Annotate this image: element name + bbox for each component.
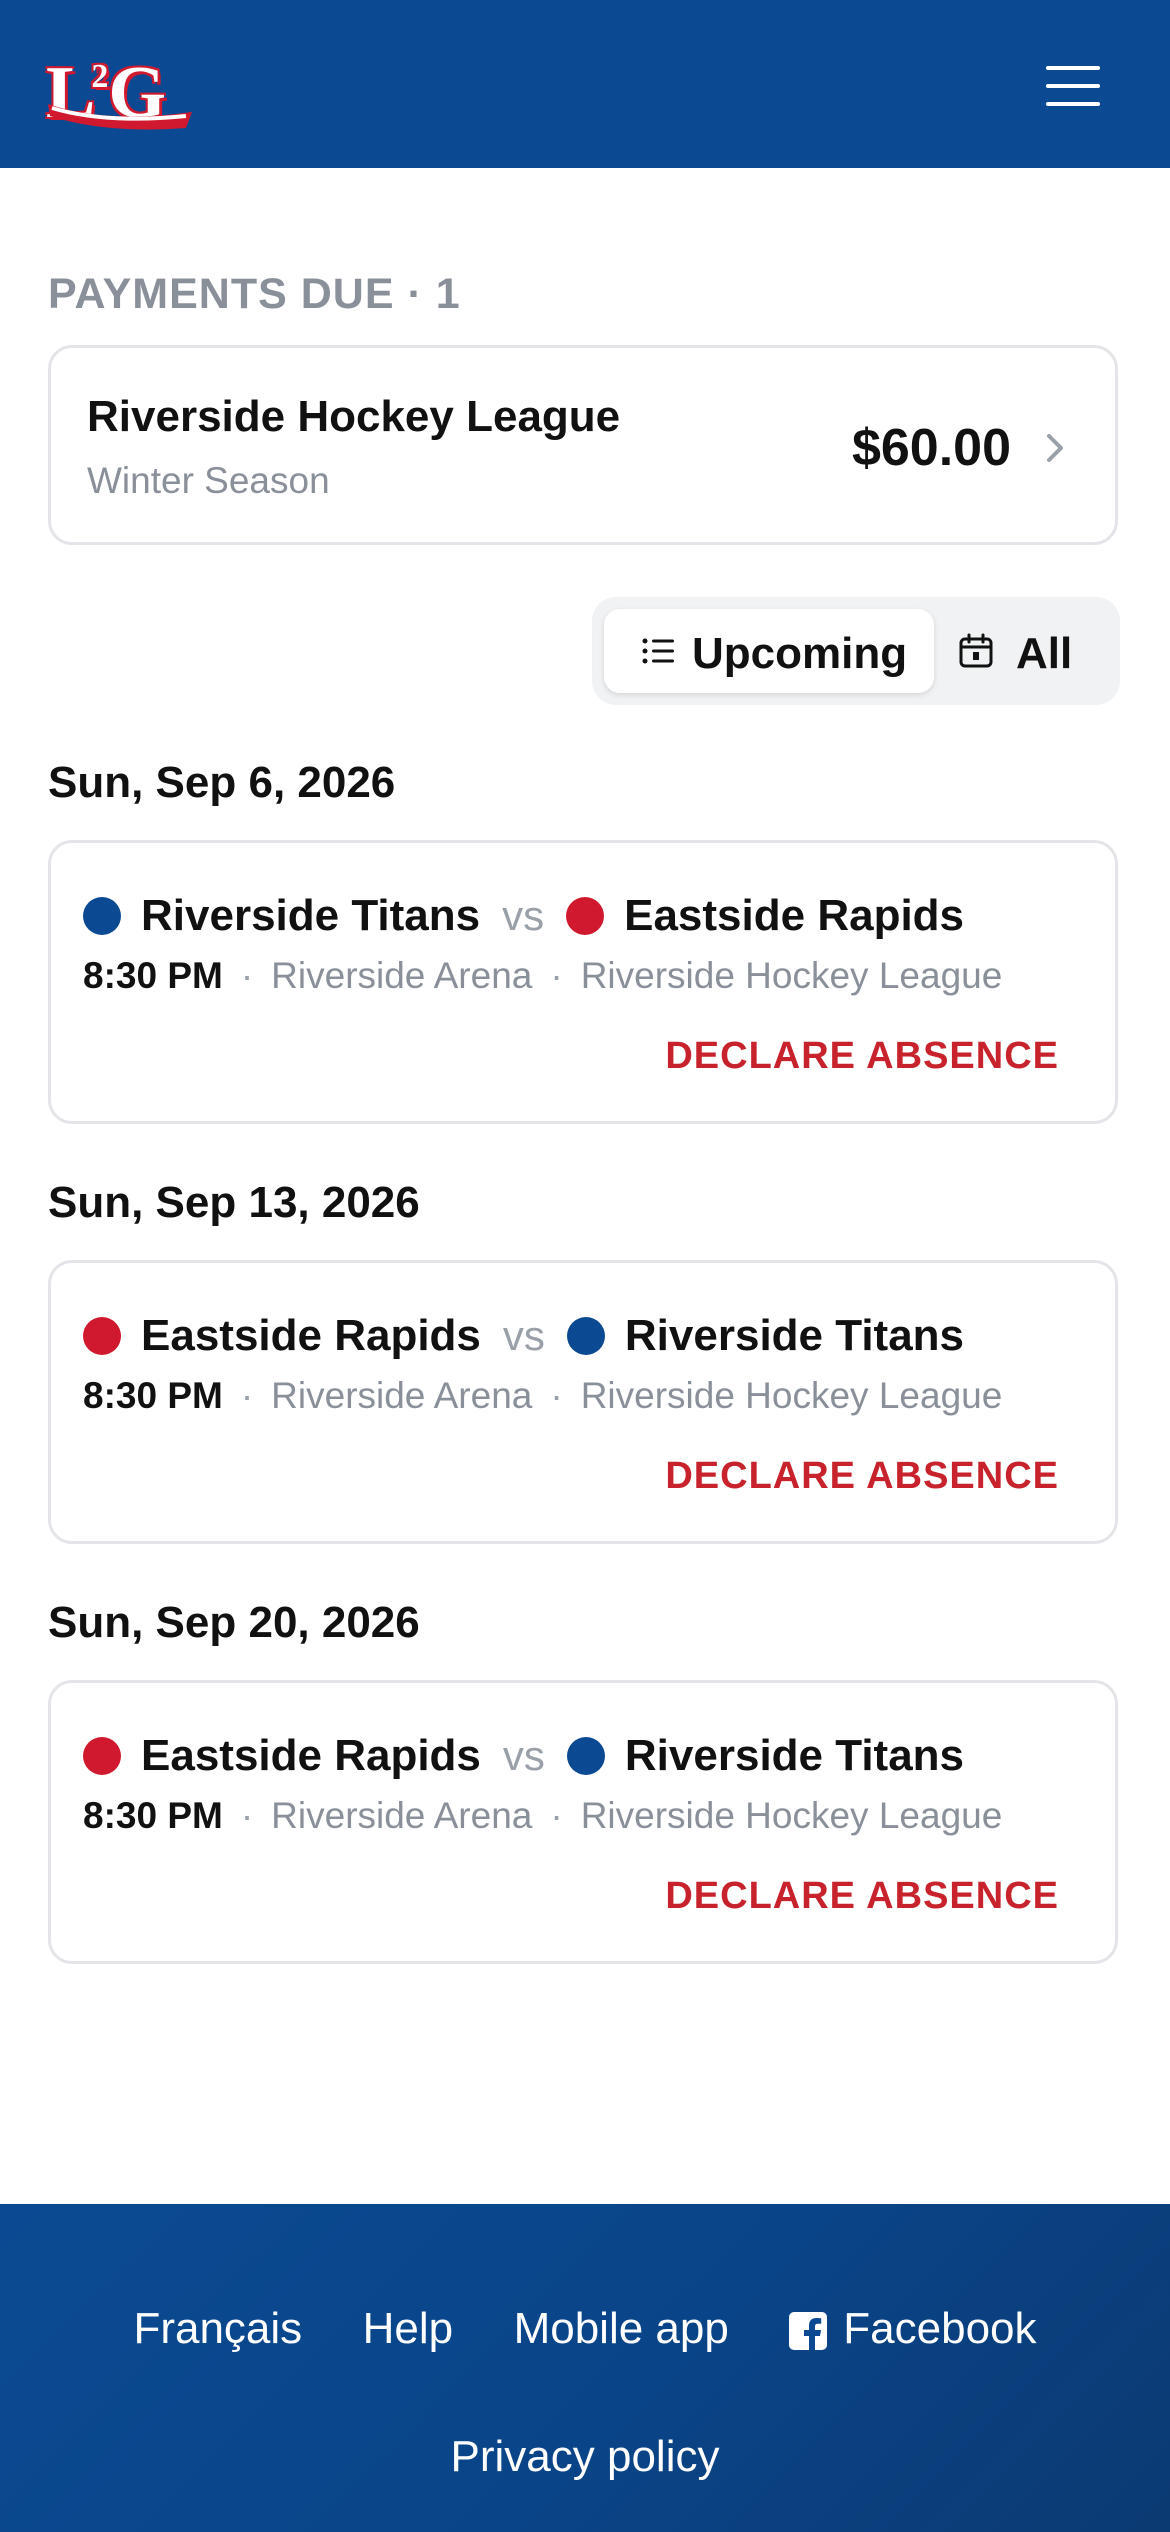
- filter-all-button[interactable]: All: [946, 609, 1108, 693]
- game-venue: Riverside Arena: [271, 955, 533, 996]
- payment-amount: $60.00: [851, 419, 1011, 477]
- filter-all-label: All: [1016, 629, 1073, 678]
- team-color-dot: [566, 1317, 605, 1355]
- calendar-icon: [959, 633, 993, 668]
- declare-absence-button[interactable]: DECLARE ABSENCE: [665, 1455, 1059, 1498]
- separator-dot: ·: [240, 1375, 254, 1416]
- separator-dot: ·: [550, 955, 563, 996]
- payment-league-name: Riverside Hockey League: [87, 392, 621, 441]
- game-league: Riverside Hockey League: [580, 1375, 1003, 1416]
- game-venue: Riverside Arena: [271, 1375, 533, 1416]
- game-matchup: Riverside Titans vs Eastside Rapids: [83, 891, 964, 951]
- team-color-dot: [83, 897, 121, 935]
- away-team-name: Riverside Titans: [624, 1311, 965, 1360]
- game-card[interactable]: Eastside Rapids vs Riverside Titans 8:30 P…: [48, 1260, 1118, 1544]
- declare-absence-button[interactable]: DECLARE ABSENCE: [665, 1035, 1059, 1078]
- separator-dot: ·: [240, 955, 254, 996]
- game-date-heading: Sun, Sep 20, 2026: [48, 1598, 420, 1647]
- footer-link-privacy[interactable]: Privacy policy: [451, 2432, 720, 2482]
- home-team-name: Eastside Rapids: [141, 1731, 481, 1780]
- footer-link-mobile-app[interactable]: Mobile app: [514, 2304, 729, 2354]
- game-card[interactable]: Eastside Rapids vs Riverside Titans 8:30 P…: [48, 1680, 1118, 1964]
- away-team-name: Eastside Rapids: [624, 891, 965, 940]
- separator-dot: ·: [550, 1375, 563, 1416]
- game-details: 8:30 PM · Riverside Arena · Riverside Hockey…: [83, 1795, 1002, 1837]
- versus-label: vs: [502, 892, 545, 939]
- game-time: 8:30 PM: [83, 1375, 223, 1416]
- game-time: 8:30 PM: [83, 955, 223, 996]
- game-time: 8:30 PM: [83, 1795, 223, 1836]
- team-color-dot: [83, 1737, 121, 1775]
- separator-dot: ·: [550, 1795, 563, 1836]
- home-team-name: Eastside Rapids: [141, 1311, 481, 1360]
- payments-due-heading: PAYMENTS DUE · 1: [48, 270, 461, 318]
- game-matchup: Eastside Rapids vs Riverside Titans: [83, 1731, 964, 1791]
- game-league: Riverside Hockey League: [580, 1795, 1003, 1836]
- footer-link-help[interactable]: Help: [363, 2304, 454, 2354]
- game-venue: Riverside Arena: [271, 1795, 533, 1836]
- league-logo[interactable]: L2G: [46, 32, 194, 134]
- game-date-heading: Sun, Sep 13, 2026: [48, 1178, 420, 1227]
- game-card[interactable]: Riverside Titans vs Eastside Rapids 8:30 P…: [48, 840, 1118, 1124]
- separator-dot: ·: [240, 1795, 254, 1836]
- game-details: 8:30 PM · Riverside Arena · Riverside Hockey…: [83, 1375, 1002, 1417]
- chevron-right-icon: [1047, 434, 1063, 462]
- footer-links: Français Help Mobile app Facebook: [0, 2304, 1170, 2354]
- filter-upcoming-label: Upcoming: [692, 629, 908, 678]
- away-team-name: Riverside Titans: [624, 1731, 965, 1780]
- facebook-icon: [789, 2312, 828, 2351]
- team-color-dot: [566, 1737, 605, 1775]
- schedule-filter-toggle: Upcoming All: [592, 597, 1120, 705]
- versus-label: vs: [502, 1732, 545, 1779]
- site-footer: Français Help Mobile app Facebook Privac…: [0, 2204, 1170, 2532]
- declare-absence-button[interactable]: DECLARE ABSENCE: [665, 1875, 1059, 1918]
- payment-season-name: Winter Season: [87, 460, 330, 501]
- payment-due-card[interactable]: Riverside Hockey League Winter Season $6…: [48, 345, 1118, 545]
- footer-privacy-row: Privacy policy: [0, 2432, 1170, 2482]
- game-details: 8:30 PM · Riverside Arena · Riverside Hockey…: [83, 955, 1002, 997]
- versus-label: vs: [502, 1312, 545, 1359]
- top-bar: L2G: [0, 0, 1170, 168]
- game-date-heading: Sun, Sep 6, 2026: [48, 758, 396, 807]
- home-team-name: Riverside Titans: [141, 891, 481, 940]
- game-matchup: Eastside Rapids vs Riverside Titans: [83, 1311, 964, 1371]
- team-color-dot: [83, 1317, 121, 1355]
- footer-link-facebook[interactable]: Facebook: [789, 2304, 1037, 2354]
- team-color-dot: [566, 897, 605, 935]
- facebook-link-label: Facebook: [843, 2304, 1037, 2353]
- filter-upcoming-button[interactable]: Upcoming: [604, 609, 934, 693]
- logo-swoosh-icon: [48, 104, 192, 130]
- hamburger-menu-icon[interactable]: [1040, 60, 1108, 112]
- footer-link-language[interactable]: Français: [133, 2304, 302, 2354]
- list-icon: [642, 638, 674, 664]
- game-league: Riverside Hockey League: [580, 955, 1003, 996]
